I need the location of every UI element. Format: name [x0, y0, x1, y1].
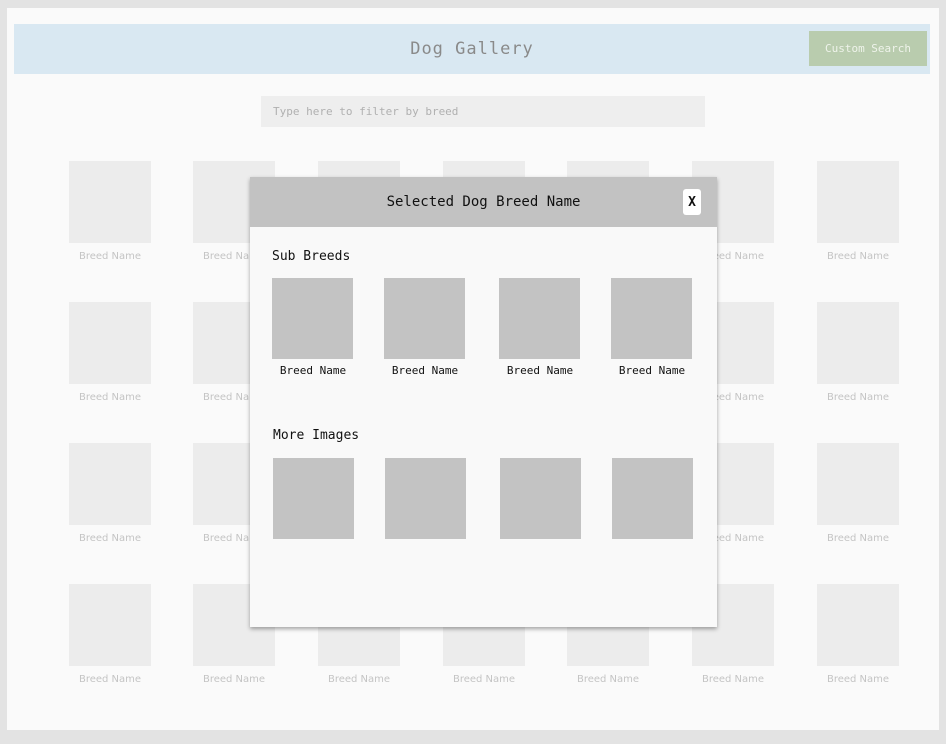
- breed-card-label: Breed Name: [78, 674, 142, 685]
- breed-thumbnail: [69, 443, 151, 525]
- breed-card-label: Breed Name: [826, 533, 890, 544]
- breed-filter-input[interactable]: [261, 96, 705, 127]
- breed-detail-modal: Selected Dog Breed Name X Sub Breeds Bre…: [250, 177, 717, 627]
- breed-card[interactable]: Breed Name: [817, 161, 899, 262]
- app-header: Dog Gallery: [14, 24, 930, 74]
- breed-card[interactable]: Breed Name: [69, 443, 151, 544]
- breed-card-label: Breed Name: [78, 251, 142, 262]
- breed-card-label: Breed Name: [452, 674, 516, 685]
- modal-header: Selected Dog Breed Name X: [250, 177, 717, 227]
- sub-breed-thumbnail[interactable]: [384, 278, 465, 359]
- breed-thumbnail: [817, 161, 899, 243]
- breed-card[interactable]: Breed Name: [69, 302, 151, 403]
- modal-title: Selected Dog Breed Name: [386, 194, 581, 210]
- breed-thumbnail: [69, 584, 151, 666]
- custom-search-button[interactable]: Custom Search: [809, 31, 927, 66]
- sub-breed-label: Breed Name: [506, 364, 574, 377]
- more-image-thumbnail[interactable]: [385, 458, 466, 539]
- sub-breed-thumbnail[interactable]: [611, 278, 692, 359]
- breed-card-label: Breed Name: [826, 674, 890, 685]
- breed-card-label: Breed Name: [826, 251, 890, 262]
- breed-card[interactable]: Breed Name: [817, 302, 899, 403]
- sub-breed-thumbnail[interactable]: [272, 278, 353, 359]
- breed-card[interactable]: Breed Name: [817, 443, 899, 544]
- more-image-thumbnail[interactable]: [500, 458, 581, 539]
- breed-card-label: Breed Name: [701, 674, 765, 685]
- breed-card[interactable]: Breed Name: [69, 161, 151, 262]
- breed-card-label: Breed Name: [327, 674, 391, 685]
- breed-thumbnail: [817, 443, 899, 525]
- breed-thumbnail: [69, 161, 151, 243]
- breed-thumbnail: [817, 584, 899, 666]
- breed-card-label: Breed Name: [78, 392, 142, 403]
- breed-card[interactable]: Breed Name: [69, 584, 151, 685]
- sub-breed-label: Breed Name: [618, 364, 686, 377]
- sub-breed-label: Breed Name: [391, 364, 459, 377]
- breed-card[interactable]: Breed Name: [817, 584, 899, 685]
- breed-thumbnail: [69, 302, 151, 384]
- breed-card-label: Breed Name: [78, 533, 142, 544]
- close-button[interactable]: X: [683, 189, 701, 215]
- breed-card-label: Breed Name: [202, 674, 266, 685]
- more-images-heading: More Images: [273, 428, 360, 443]
- more-image-thumbnail[interactable]: [612, 458, 693, 539]
- breed-card-label: Breed Name: [826, 392, 890, 403]
- sub-breed-label: Breed Name: [279, 364, 347, 377]
- breed-card-label: Breed Name: [576, 674, 640, 685]
- more-image-thumbnail[interactable]: [273, 458, 354, 539]
- sub-breed-thumbnail[interactable]: [499, 278, 580, 359]
- sub-breeds-heading: Sub Breeds: [272, 249, 351, 264]
- page-title: Dog Gallery: [410, 39, 534, 59]
- breed-thumbnail: [817, 302, 899, 384]
